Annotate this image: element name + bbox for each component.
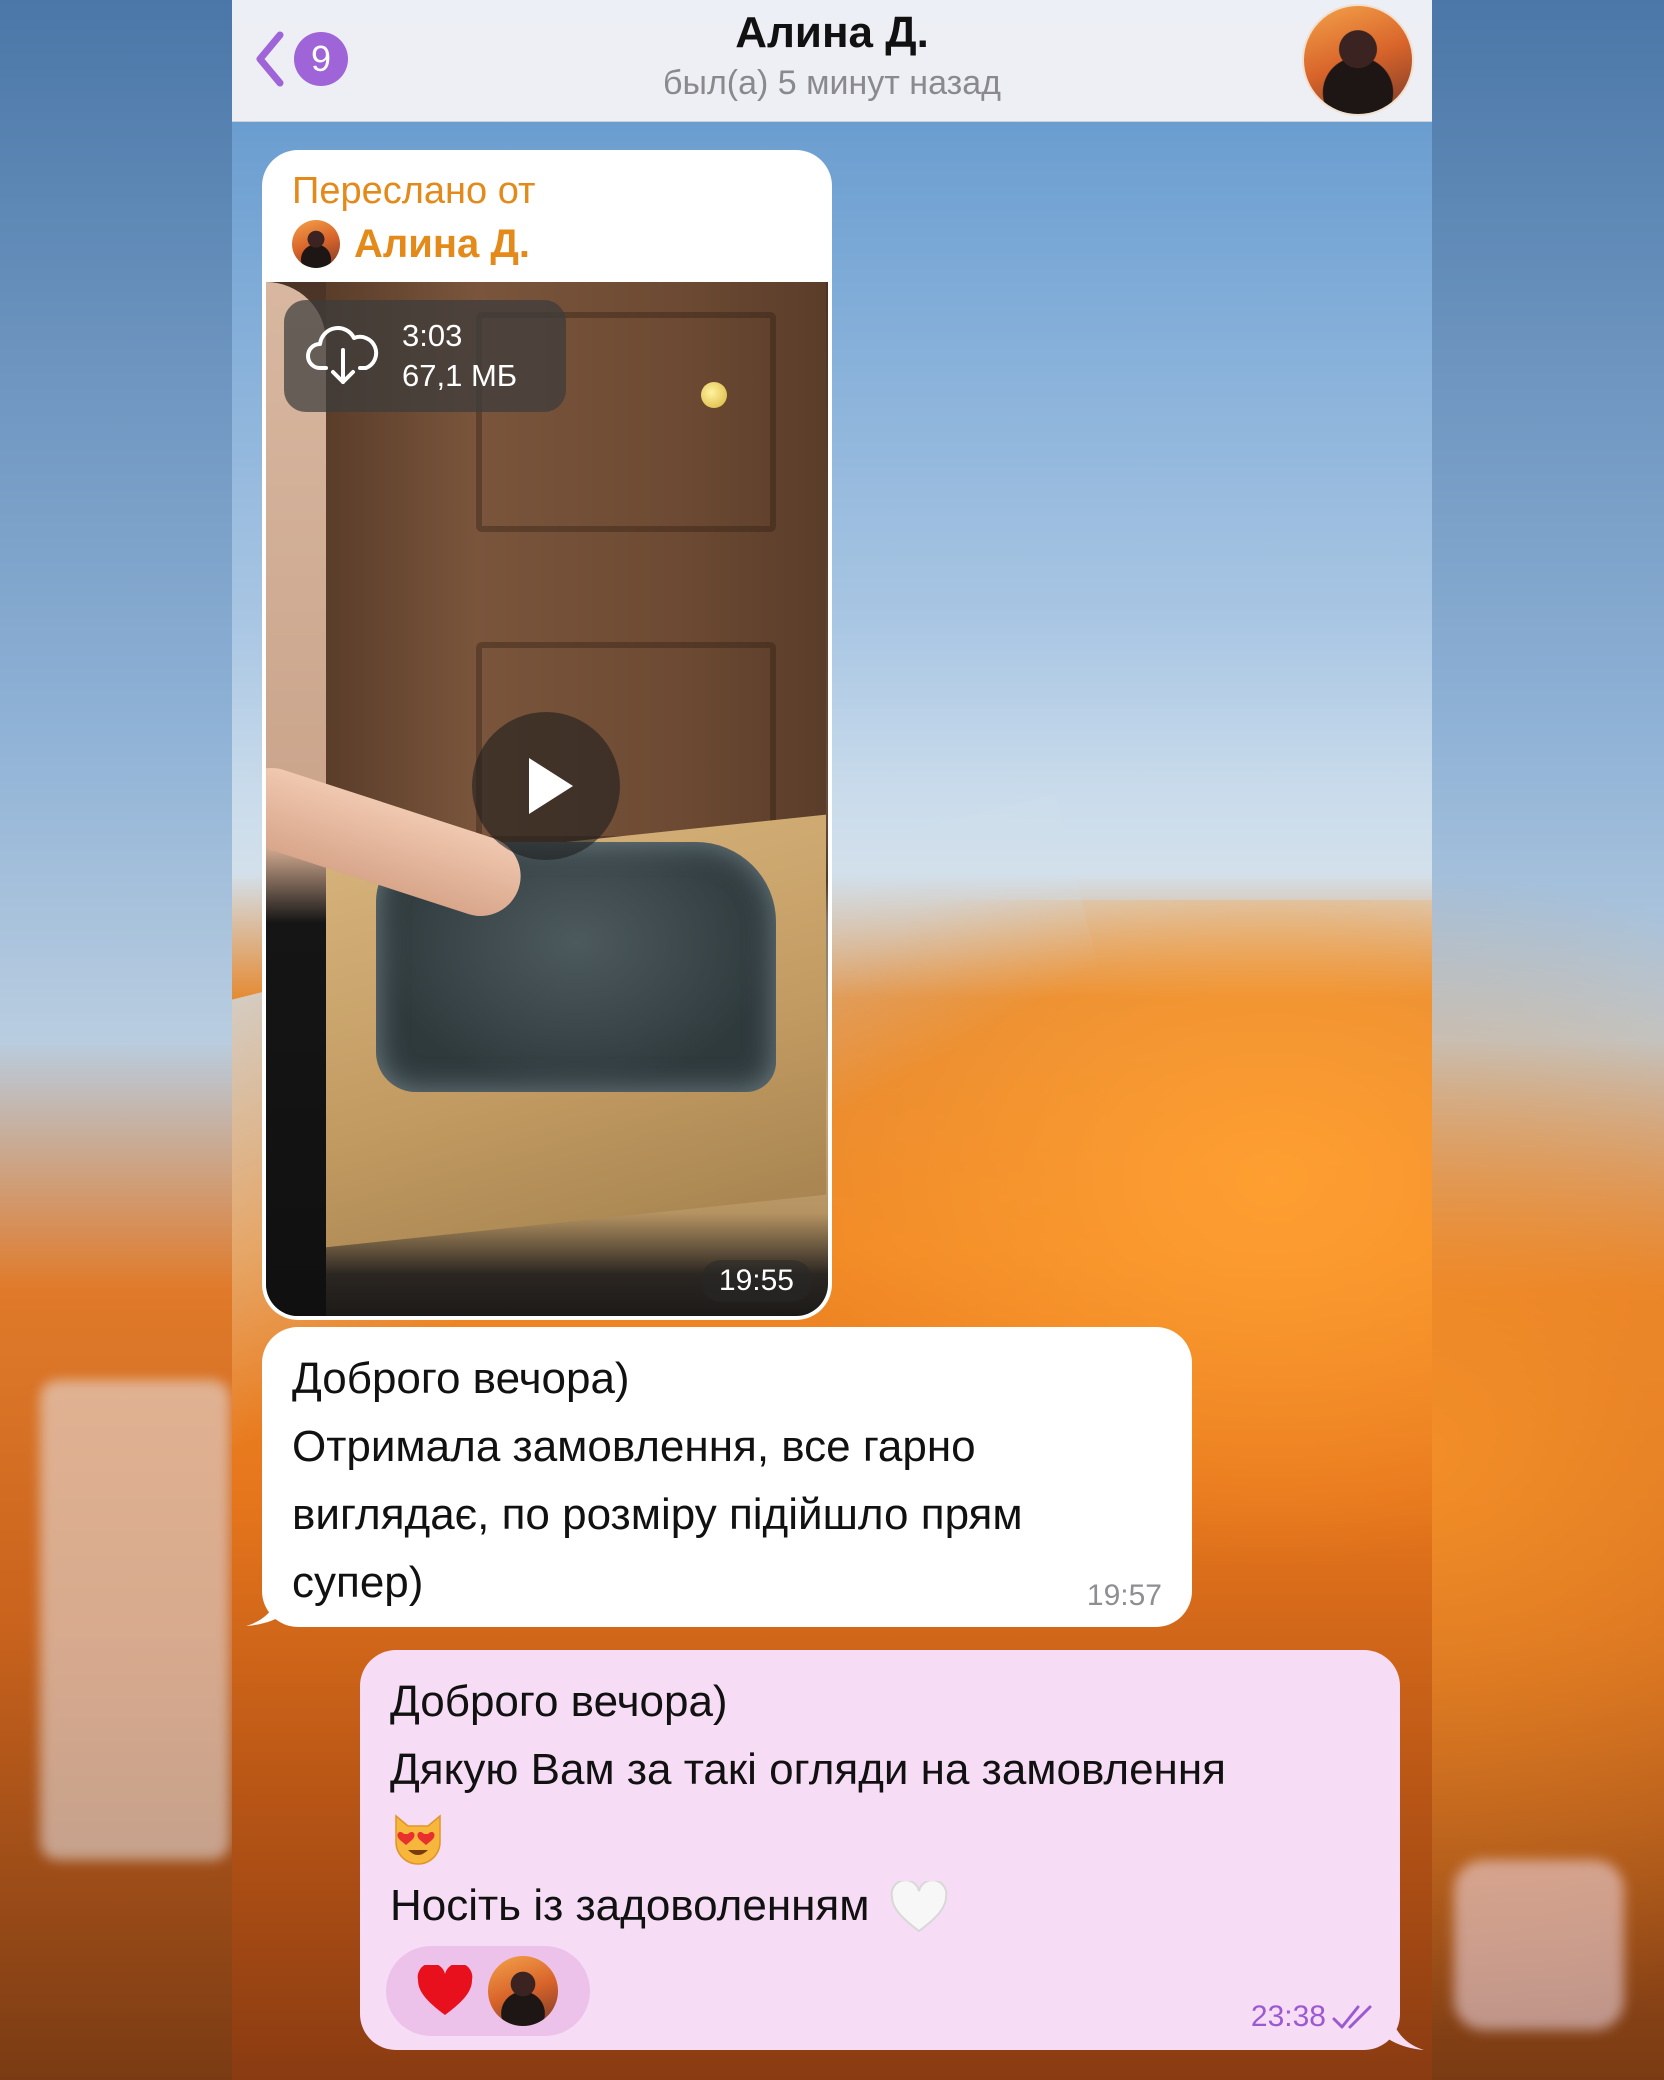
- message-text: Доброго вечора) Отримала замовлення, все…: [292, 1354, 1023, 1607]
- message-line: Дякую Вам за такі огляди на замовлення: [390, 1745, 1226, 1794]
- chat-title[interactable]: Алина Д.: [232, 8, 1432, 58]
- play-button[interactable]: [472, 712, 620, 860]
- heart-icon: [417, 1965, 473, 2015]
- message-line: Доброго вечора): [390, 1677, 728, 1726]
- chat-header: 9 Алина Д. был(а) 5 минут назад: [232, 0, 1432, 122]
- forwarded-author-avatar: [292, 220, 340, 268]
- video-size: 67,1 МБ: [402, 358, 518, 393]
- heart-eyes-cat-emoji-icon: [395, 1814, 441, 1866]
- contact-avatar[interactable]: [1302, 4, 1414, 116]
- message-text: Доброго вечора) Дякую Вам за такі огляди…: [390, 1668, 1226, 1940]
- video-download-button[interactable]: 3:03 67,1 МБ: [284, 300, 566, 412]
- cloud-download-icon: [306, 326, 379, 384]
- double-check-icon: [1332, 2005, 1372, 2029]
- white-heart-emoji-icon: [890, 1881, 948, 1933]
- incoming-text-message[interactable]: Доброго вечора) Отримала замовлення, все…: [262, 1327, 1192, 1627]
- forwarded-label: Переслано от: [292, 170, 536, 212]
- message-timestamp: 23:38: [1250, 2000, 1326, 2033]
- blurred-panel-left: [40, 1380, 230, 1860]
- play-icon: [529, 758, 573, 814]
- outgoing-text-message[interactable]: Доброго вечора) Дякую Вам за такі огляди…: [360, 1650, 1400, 2050]
- last-seen-status: был(а) 5 минут назад: [663, 64, 1001, 102]
- chat-screen: 9 Алина Д. был(а) 5 минут назад Переслан…: [232, 0, 1432, 2080]
- video-thumbnail[interactable]: 3:03 67,1 МБ 19:55: [266, 282, 828, 1316]
- message-timestamp: 19:55: [700, 1260, 812, 1302]
- forwarded-author[interactable]: Алина Д.: [292, 220, 530, 268]
- reactor-avatar: [488, 1956, 558, 2026]
- forwarded-author-name: Алина Д.: [354, 221, 531, 266]
- message-line: Носіть із задоволенням: [390, 1881, 870, 1930]
- video-duration: 3:03: [402, 318, 463, 353]
- blurred-panel-right: [1454, 1860, 1624, 2030]
- reaction-chip[interactable]: [386, 1946, 590, 2036]
- message-timestamp: 19:57: [1086, 1579, 1162, 1612]
- forwarded-video-message[interactable]: Переслано от Алина Д. 3:03 67,1 МБ 19:55: [262, 150, 832, 1320]
